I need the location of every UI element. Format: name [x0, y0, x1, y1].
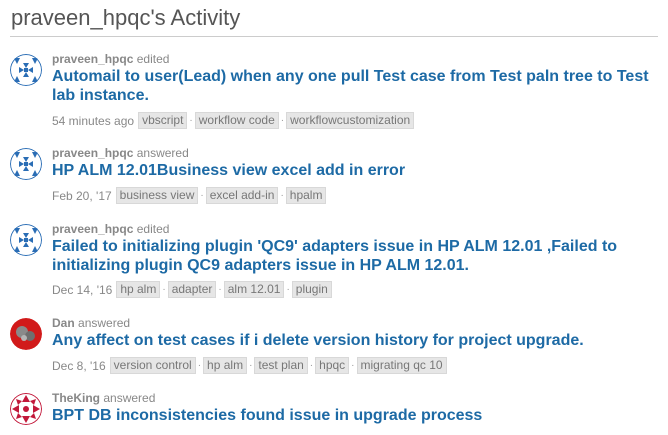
red-photo-avatar[interactable] [10, 318, 42, 350]
action-label: edited [136, 222, 170, 236]
username-link[interactable]: Dan [52, 316, 75, 330]
question-title-link[interactable]: Failed to initializing plugin 'QC9' adap… [52, 237, 662, 275]
tag-plugin[interactable]: plugin [291, 281, 332, 298]
tag-business-view[interactable]: business view [115, 187, 199, 204]
activity-footer: 54 minutes ago vbscript · workflow code … [52, 112, 415, 129]
tag-separator: · [162, 284, 166, 295]
tag-alm-12-01[interactable]: alm 12.01 [223, 281, 285, 298]
tag-test-plan[interactable]: test plan [254, 357, 308, 374]
timestamp: 54 minutes ago [52, 113, 135, 128]
question-title-link[interactable]: Any affect on test cases if i delete ver… [52, 331, 662, 350]
timestamp: Dec 14, '16 [52, 282, 113, 297]
activity-meta: Dan answered [52, 316, 130, 330]
tag-hp-alm[interactable]: hp alm [116, 281, 161, 298]
action-label: answered [78, 316, 131, 330]
activity-meta: praveen_hpqc answered [52, 146, 189, 160]
username-link[interactable]: praveen_hpqc [52, 146, 133, 160]
tag-separator: · [309, 360, 314, 371]
action-label: answered [103, 391, 156, 405]
action-label: answered [136, 146, 189, 160]
timestamp: Dec 8, '16 [52, 358, 106, 373]
activity-meta: praveen_hpqc edited [52, 222, 169, 236]
blue-pattern-avatar[interactable] [10, 54, 42, 86]
tag-hp-alm[interactable]: hp alm [203, 357, 248, 374]
timestamp: Feb 20, '17 [52, 188, 112, 203]
blue-pattern-avatar[interactable] [10, 224, 42, 256]
tag-adapter[interactable]: adapter [167, 281, 217, 298]
red-pattern-avatar[interactable] [10, 393, 42, 425]
tag-separator: · [189, 115, 193, 126]
tag-separator: · [351, 360, 355, 371]
tag-workflow-code[interactable]: workflow code [194, 112, 279, 129]
page-title: praveen_hpqc's Activity [11, 5, 241, 30]
tag-workflowcustomization[interactable]: workflowcustomization [286, 112, 415, 129]
activity-footer: Feb 20, '17 business view · excel add-in… [52, 187, 327, 204]
tag-separator: · [200, 190, 204, 201]
tag-vbscript[interactable]: vbscript [138, 112, 188, 129]
activity-meta: TheKing answered [52, 391, 155, 405]
title-divider [10, 36, 658, 37]
tag-separator: · [280, 115, 285, 126]
activity-meta: praveen_hpqc edited [52, 52, 169, 66]
tag-separator: · [280, 190, 284, 201]
activity-footer: Dec 14, '16 hp alm · adapter · alm 12.01… [52, 281, 332, 298]
blue-pattern-avatar[interactable] [10, 148, 42, 180]
tag-separator: · [197, 360, 202, 371]
question-title-link[interactable]: Automail to user(Lead) when any one pull… [52, 67, 662, 105]
question-title-link[interactable]: BPT DB inconsistencies found issue in up… [52, 406, 662, 425]
tag-hpqc[interactable]: hpqc [315, 357, 350, 374]
activity-footer: Dec 8, '16 version control · hp alm · te… [52, 357, 447, 374]
username-link[interactable]: praveen_hpqc [52, 222, 133, 236]
tag-version-control[interactable]: version control [109, 357, 196, 374]
question-title-link[interactable]: HP ALM 12.01Business view excel add in e… [52, 161, 662, 180]
username-link[interactable]: praveen_hpqc [52, 52, 133, 66]
tag-excel-add-in[interactable]: excel add-in [205, 187, 279, 204]
tag-separator: · [249, 360, 253, 371]
action-label: edited [136, 52, 170, 66]
tag-separator: · [218, 284, 222, 295]
tag-migrating-qc-10[interactable]: migrating qc 10 [356, 357, 447, 374]
username-link[interactable]: TheKing [52, 391, 100, 405]
tag-separator: · [286, 284, 290, 295]
tag-hpalm[interactable]: hpalm [285, 187, 327, 204]
